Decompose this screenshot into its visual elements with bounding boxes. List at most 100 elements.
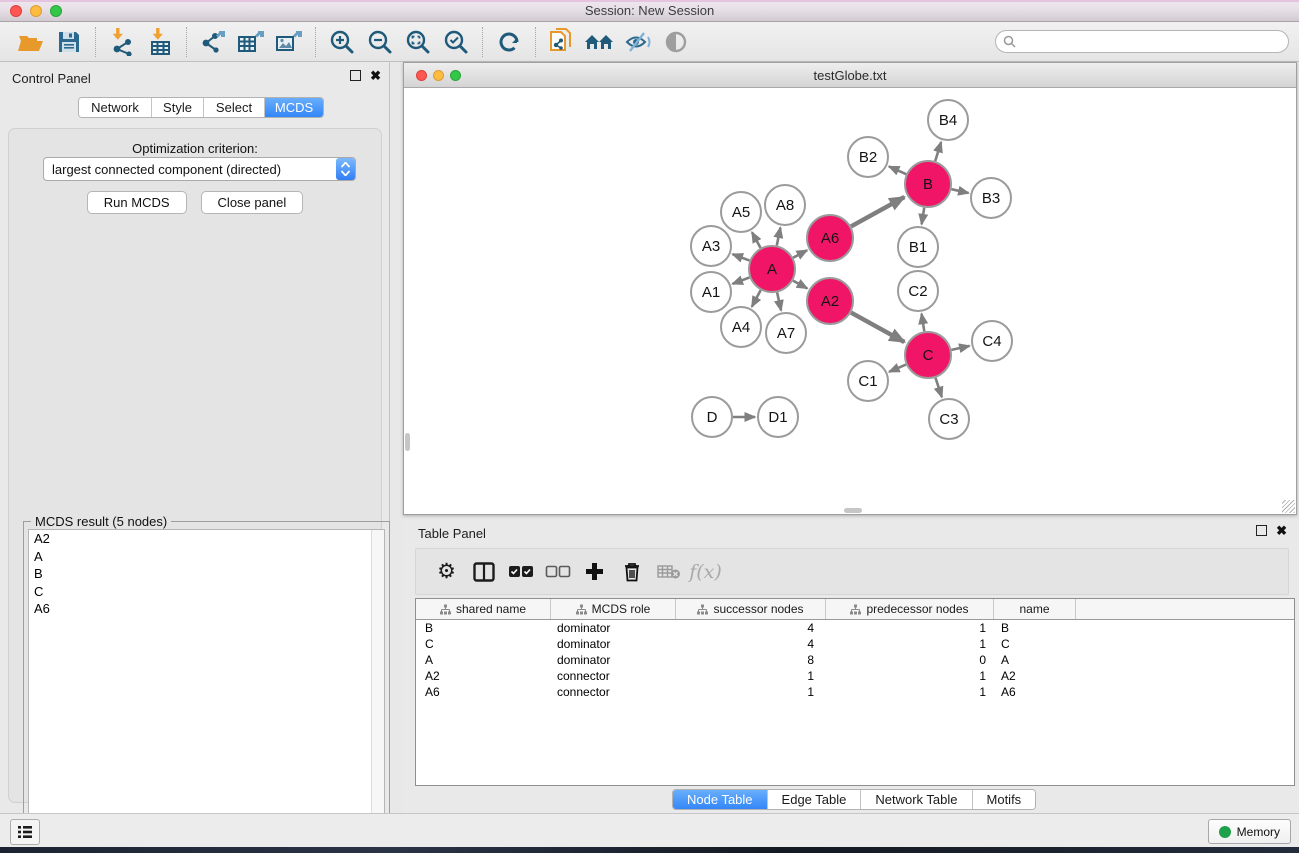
tab-network-table[interactable]: Network Table <box>861 790 972 809</box>
graph-edge[interactable] <box>951 189 968 193</box>
zoom-selected-button[interactable] <box>437 25 475 59</box>
graph-edge[interactable] <box>851 313 904 342</box>
table-row[interactable]: Adominator80A <box>416 652 1294 668</box>
graph-edge[interactable] <box>889 365 906 372</box>
apply-layout-button[interactable] <box>490 25 528 59</box>
graph-edge[interactable] <box>752 290 761 307</box>
close-panel-button[interactable]: Close panel <box>201 191 304 214</box>
open-session-button[interactable] <box>12 25 50 59</box>
network-canvas[interactable]: B4B2BB3A8A5A6A3B1AC2A1A2A4A7C4CC1DD1C3 <box>404 88 1296 514</box>
zoom-out-button[interactable] <box>361 25 399 59</box>
graph-node-label: A3 <box>702 238 720 255</box>
result-item[interactable]: C <box>29 583 384 601</box>
table-header-row: shared name MCDS role successor nodes pr… <box>416 599 1294 620</box>
result-scrollbar[interactable] <box>371 530 384 853</box>
zoom-fit-icon <box>405 29 431 55</box>
mcds-result-items: A2ABCA6 <box>29 530 384 618</box>
tab-node-table[interactable]: Node Table <box>673 790 768 809</box>
column-label: predecessor nodes <box>866 602 968 616</box>
close-table-panel-icon[interactable]: ✖ <box>1276 525 1287 536</box>
network-window-titlebar[interactable]: testGlobe.txt <box>404 63 1296 88</box>
float-table-panel-icon[interactable] <box>1256 525 1267 536</box>
function-builder-button[interactable]: f(x) <box>687 552 724 592</box>
show-all-columns-button[interactable] <box>502 552 539 592</box>
delete-table-icon <box>657 564 681 580</box>
export-image-button[interactable] <box>270 25 308 59</box>
table-row[interactable]: A6connector11A6 <box>416 684 1294 700</box>
close-panel-icon[interactable]: ✖ <box>370 70 381 81</box>
tab-motifs[interactable]: Motifs <box>973 790 1036 809</box>
result-item[interactable]: A <box>29 548 384 566</box>
zoom-in-icon <box>329 29 355 55</box>
status-bar: Memory <box>0 813 1299 847</box>
tab-edge-table[interactable]: Edge Table <box>768 790 862 809</box>
graph-edge[interactable] <box>922 208 925 225</box>
attribute-icon <box>440 604 451 615</box>
tab-mcds[interactable]: MCDS <box>265 98 323 117</box>
graph-edge[interactable] <box>922 314 925 332</box>
task-history-button[interactable] <box>10 819 40 845</box>
graph-edge[interactable] <box>733 277 750 283</box>
tab-select[interactable]: Select <box>204 98 265 117</box>
criterion-dropdown[interactable]: largest connected component (directed) <box>43 157 356 181</box>
import-network-button[interactable] <box>103 25 141 59</box>
tab-network[interactable]: Network <box>79 98 152 117</box>
export-network-button[interactable] <box>194 25 232 59</box>
hide-selected-button[interactable] <box>619 25 657 59</box>
result-item[interactable]: B <box>29 565 384 583</box>
tab-style[interactable]: Style <box>152 98 204 117</box>
graph-edge[interactable] <box>793 281 807 289</box>
search-input[interactable] <box>1021 35 1271 49</box>
zoom-fit-button[interactable] <box>399 25 437 59</box>
column-header-mcds-role[interactable]: MCDS role <box>551 599 676 619</box>
table-cell: connector <box>551 669 676 683</box>
memory-button[interactable]: Memory <box>1208 819 1291 844</box>
graph-edge[interactable] <box>793 250 807 257</box>
float-panel-icon[interactable] <box>350 70 361 81</box>
network-graph[interactable]: B4B2BB3A8A5A6A3B1AC2A1A2A4A7C4CC1DD1C3 <box>404 88 1296 514</box>
graph-edge[interactable] <box>889 166 906 174</box>
graph-edge[interactable] <box>935 378 941 397</box>
result-item[interactable]: A6 <box>29 600 384 618</box>
delete-column-button[interactable] <box>613 552 650 592</box>
node-table: shared name MCDS role successor nodes pr… <box>415 598 1295 786</box>
graph-edge[interactable] <box>935 142 941 161</box>
mcds-tab-content: Optimization criterion: largest connecte… <box>8 128 382 803</box>
table-row[interactable]: Bdominator41B <box>416 620 1294 636</box>
network-hscrollbar[interactable] <box>844 508 862 513</box>
split-view-button[interactable] <box>465 552 502 592</box>
unchecked-boxes-icon <box>545 565 571 578</box>
delete-table-button[interactable] <box>650 552 687 592</box>
graph-edge[interactable] <box>951 346 969 350</box>
column-header-shared-name[interactable]: shared name <box>416 599 551 619</box>
export-table-button[interactable] <box>232 25 270 59</box>
zoom-in-button[interactable] <box>323 25 361 59</box>
show-hidden-button[interactable] <box>657 25 695 59</box>
graph-edge[interactable] <box>733 254 750 260</box>
eye-icon <box>663 30 689 54</box>
hide-all-columns-button[interactable] <box>539 552 576 592</box>
table-row[interactable]: A2connector11A2 <box>416 668 1294 684</box>
save-session-button[interactable] <box>50 25 88 59</box>
toolbar-search[interactable] <box>995 30 1289 53</box>
graph-edge[interactable] <box>752 232 761 248</box>
result-item[interactable]: A2 <box>29 530 384 548</box>
column-header-name[interactable]: name <box>994 599 1076 619</box>
column-header-successor-nodes[interactable]: successor nodes <box>676 599 826 619</box>
graph-edge[interactable] <box>777 292 781 310</box>
table-row[interactable]: Cdominator41C <box>416 636 1294 652</box>
run-mcds-button[interactable]: Run MCDS <box>87 191 187 214</box>
graph-edge[interactable] <box>777 228 781 246</box>
network-from-selection-button[interactable] <box>543 25 581 59</box>
first-neighbors-button[interactable] <box>581 25 619 59</box>
column-header-predecessor-nodes[interactable]: predecessor nodes <box>826 599 994 619</box>
column-label: shared name <box>456 602 526 616</box>
import-table-button[interactable] <box>141 25 179 59</box>
mcds-result-list[interactable]: A2ABCA6 <box>28 529 385 853</box>
table-settings-button[interactable]: ⚙ <box>428 552 465 592</box>
graph-edge[interactable] <box>851 197 904 226</box>
network-vscrollbar[interactable] <box>405 433 410 451</box>
main-toolbar <box>0 22 1299 62</box>
resize-grip-icon[interactable] <box>1282 500 1295 513</box>
create-column-button[interactable] <box>576 552 613 592</box>
